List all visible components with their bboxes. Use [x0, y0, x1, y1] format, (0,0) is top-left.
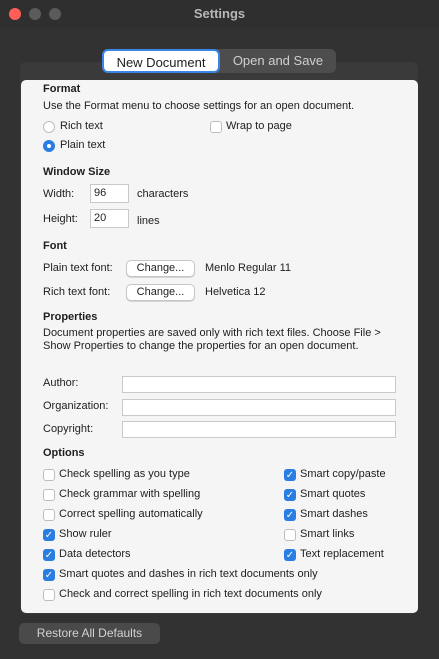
plain-font-change-button[interactable]: Change... [126, 260, 195, 277]
check-icon: ✓ [285, 470, 295, 481]
title-bar: Settings [0, 0, 439, 28]
copyright-label: Copyright: [43, 423, 94, 435]
copyright-input[interactable] [122, 421, 396, 438]
smart-dashes-label: Smart dashes [300, 508, 368, 520]
author-input[interactable] [122, 376, 396, 393]
smart-copy-paste-label: Smart copy/paste [300, 468, 386, 480]
smart-dashes-checkbox[interactable]: ✓ [284, 509, 296, 521]
height-input[interactable]: 20 [90, 209, 129, 228]
format-heading: Format [43, 83, 81, 95]
plain-text-font-label: Plain text font: [43, 262, 113, 274]
format-description: Use the Format menu to choose settings f… [43, 100, 355, 112]
check-icon: ✓ [285, 510, 295, 521]
wrap-to-page-checkbox[interactable] [210, 121, 222, 133]
correct-spelling-checkbox[interactable] [43, 509, 55, 521]
properties-description: Document properties are saved only with … [43, 327, 381, 352]
smart-quotes-rich-only-checkbox[interactable]: ✓ [43, 569, 55, 581]
organization-label: Organization: [43, 400, 109, 412]
spelling-rich-only-checkbox[interactable] [43, 589, 55, 601]
restore-all-defaults-button[interactable]: Restore All Defaults [19, 623, 160, 644]
rich-text-label: Rich text [60, 120, 103, 132]
smart-copy-paste-checkbox[interactable]: ✓ [284, 469, 296, 481]
check-grammar-label: Check grammar with spelling [59, 488, 201, 500]
rich-font-value: Helvetica 12 [205, 286, 266, 298]
show-ruler-checkbox[interactable]: ✓ [43, 529, 55, 541]
window-title: Settings [193, 6, 246, 21]
window-size-heading: Window Size [43, 166, 111, 178]
plain-text-label: Plain text [60, 139, 106, 151]
smart-quotes-rich-only-label: Smart quotes and dashes in rich text doc… [59, 568, 318, 580]
author-label: Author: [43, 377, 79, 389]
rich-text-radio[interactable] [43, 121, 55, 133]
show-ruler-label: Show ruler [59, 528, 112, 540]
height-unit-label: lines [137, 215, 160, 227]
smart-links-label: Smart links [300, 528, 355, 540]
smart-quotes-label: Smart quotes [300, 488, 366, 500]
width-unit-label: characters [137, 188, 189, 200]
check-spelling-label: Check spelling as you type [59, 468, 190, 480]
check-icon: ✓ [44, 550, 54, 561]
tab-new-document[interactable]: New Document [102, 49, 220, 73]
check-icon: ✓ [285, 490, 295, 501]
smart-links-checkbox[interactable] [284, 529, 296, 541]
wrap-to-page-label: Wrap to page [226, 120, 292, 132]
data-detectors-checkbox[interactable]: ✓ [43, 549, 55, 561]
rich-text-font-label: Rich text font: [43, 286, 111, 298]
spelling-rich-only-label: Check and correct spelling in rich text … [59, 588, 322, 600]
check-spelling-checkbox[interactable] [43, 469, 55, 481]
text-replacement-checkbox[interactable]: ✓ [284, 549, 296, 561]
height-label: Height: [43, 213, 78, 225]
check-icon: ✓ [285, 550, 295, 561]
check-icon: ✓ [44, 530, 54, 541]
text-replacement-label: Text replacement [300, 548, 384, 560]
settings-window: Settings New Document Open and Save Form… [0, 0, 439, 659]
smart-quotes-checkbox[interactable]: ✓ [284, 489, 296, 501]
check-icon: ✓ [44, 570, 54, 581]
properties-heading: Properties [43, 311, 98, 323]
tab-open-and-save[interactable]: Open and Save [220, 49, 336, 73]
plain-font-value: Menlo Regular 11 [205, 262, 292, 274]
tab-bar: New Document Open and Save [102, 49, 336, 73]
correct-spelling-label: Correct spelling automatically [59, 508, 203, 520]
check-grammar-checkbox[interactable] [43, 489, 55, 501]
options-heading: Options [43, 447, 85, 459]
rich-font-change-button[interactable]: Change... [126, 284, 195, 301]
plain-text-radio[interactable] [43, 140, 55, 152]
font-heading: Font [43, 240, 67, 252]
data-detectors-label: Data detectors [59, 548, 131, 560]
organization-input[interactable] [122, 399, 396, 416]
width-input[interactable]: 96 [90, 184, 129, 203]
new-document-panel: Format Use the Format menu to choose set… [21, 80, 418, 613]
width-label: Width: [43, 188, 75, 200]
